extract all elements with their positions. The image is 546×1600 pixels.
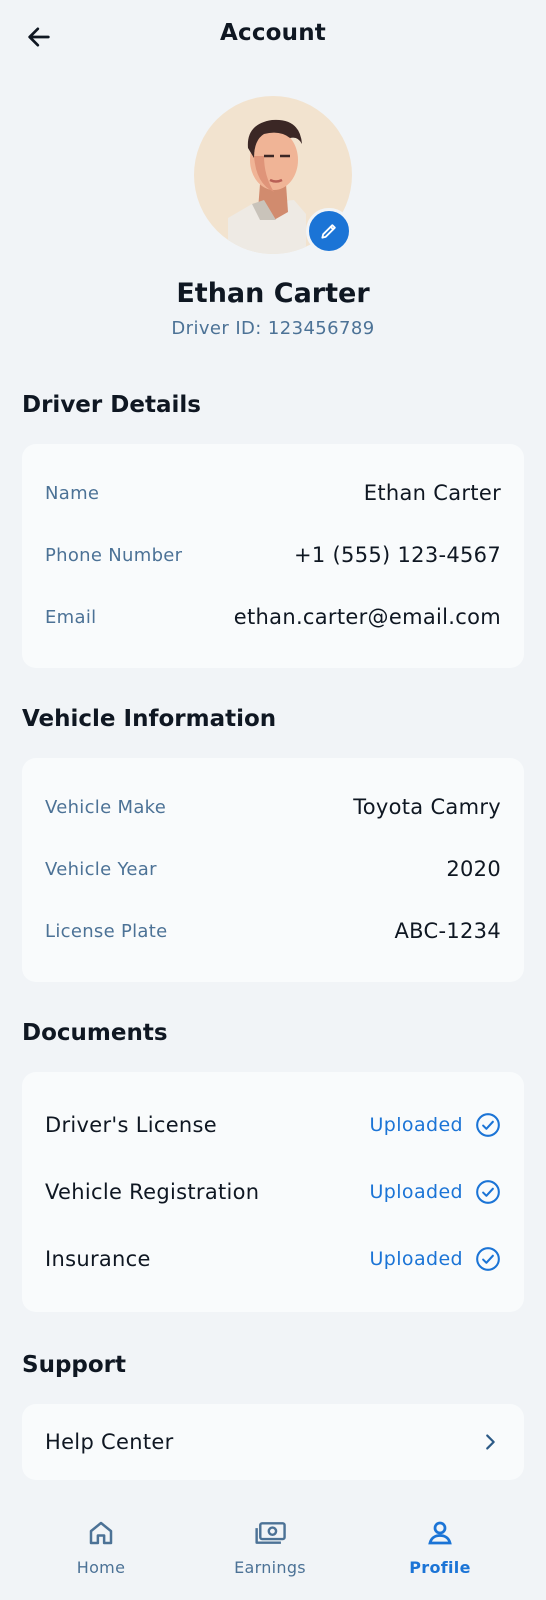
document-status: Uploaded (369, 1112, 501, 1138)
detail-row-email: Email ethan.carter@email.com (45, 602, 501, 632)
help-center-row[interactable]: Help Center (45, 1427, 501, 1457)
support-card: Help Center (22, 1404, 524, 1480)
driver-details-title: Driver Details (22, 392, 201, 418)
status-label: Uploaded (369, 1181, 463, 1203)
status-label: Uploaded (369, 1248, 463, 1270)
pencil-icon (321, 224, 336, 239)
check-circle-icon (476, 1180, 500, 1204)
check-circle-icon (476, 1247, 500, 1271)
document-row-license[interactable]: Driver's License Uploaded (45, 1110, 501, 1140)
document-name: Insurance (45, 1247, 151, 1271)
person-icon (428, 1521, 452, 1545)
check-circle-icon (476, 1113, 500, 1137)
vehicle-row-year: Vehicle Year 2020 (45, 854, 501, 884)
nav-profile[interactable]: Profile (380, 1518, 500, 1577)
vehicle-value: ABC-1234 (394, 919, 501, 943)
detail-label: Phone Number (45, 544, 183, 566)
vehicle-value: Toyota Camry (353, 795, 501, 819)
document-name: Driver's License (45, 1113, 217, 1137)
nav-label: Earnings (234, 1558, 306, 1577)
nav-label: Home (76, 1558, 126, 1577)
home-icon (89, 1521, 113, 1545)
document-row-registration[interactable]: Vehicle Registration Uploaded (45, 1177, 501, 1207)
document-name: Vehicle Registration (45, 1180, 260, 1204)
page-title: Account (219, 20, 326, 46)
vehicle-info-title: Vehicle Information (22, 706, 277, 732)
profile-name: Ethan Carter (176, 278, 370, 309)
document-status: Uploaded (369, 1246, 501, 1272)
vehicle-label: License Plate (45, 920, 168, 942)
driver-details-card: Name Ethan Carter Phone Number +1 (555) … (22, 444, 524, 668)
vehicle-info-card: Vehicle Make Toyota Camry Vehicle Year 2… (22, 758, 524, 982)
vehicle-row-plate: License Plate ABC-1234 (45, 916, 501, 946)
vehicle-row-make: Vehicle Make Toyota Camry (45, 792, 501, 822)
detail-row-name: Name Ethan Carter (45, 478, 501, 508)
driver-id: Driver ID: 123456789 (171, 318, 375, 339)
detail-row-phone: Phone Number +1 (555) 123-4567 (45, 540, 501, 570)
detail-value: Ethan Carter (363, 481, 501, 505)
nav-earnings[interactable]: Earnings (210, 1518, 330, 1577)
vehicle-label: Vehicle Make (45, 796, 167, 818)
help-center-label: Help Center (45, 1430, 174, 1454)
vehicle-label: Vehicle Year (45, 858, 157, 880)
detail-label: Email (45, 606, 97, 628)
app-header: Account (0, 0, 546, 72)
nav-label: Profile (409, 1558, 471, 1577)
vehicle-value: 2020 (446, 857, 501, 881)
support-title: Support (22, 1352, 127, 1378)
detail-value: ethan.carter@email.com (233, 605, 501, 629)
chevron-right-icon (486, 1434, 495, 1450)
documents-title: Documents (22, 1020, 168, 1046)
profile-avatar-container (194, 96, 352, 254)
detail-label: Name (45, 482, 100, 504)
money-icon (255, 1522, 286, 1544)
document-status: Uploaded (369, 1179, 501, 1205)
bottom-nav: Home Earnings Profile (0, 1490, 546, 1600)
documents-card: Driver's License Uploaded Vehicle Regist… (22, 1072, 524, 1312)
detail-value: +1 (555) 123-4567 (294, 543, 501, 567)
nav-home[interactable]: Home (41, 1518, 161, 1577)
document-row-insurance[interactable]: Insurance Uploaded (45, 1244, 501, 1274)
status-label: Uploaded (369, 1114, 463, 1136)
edit-avatar-button[interactable] (306, 208, 352, 254)
